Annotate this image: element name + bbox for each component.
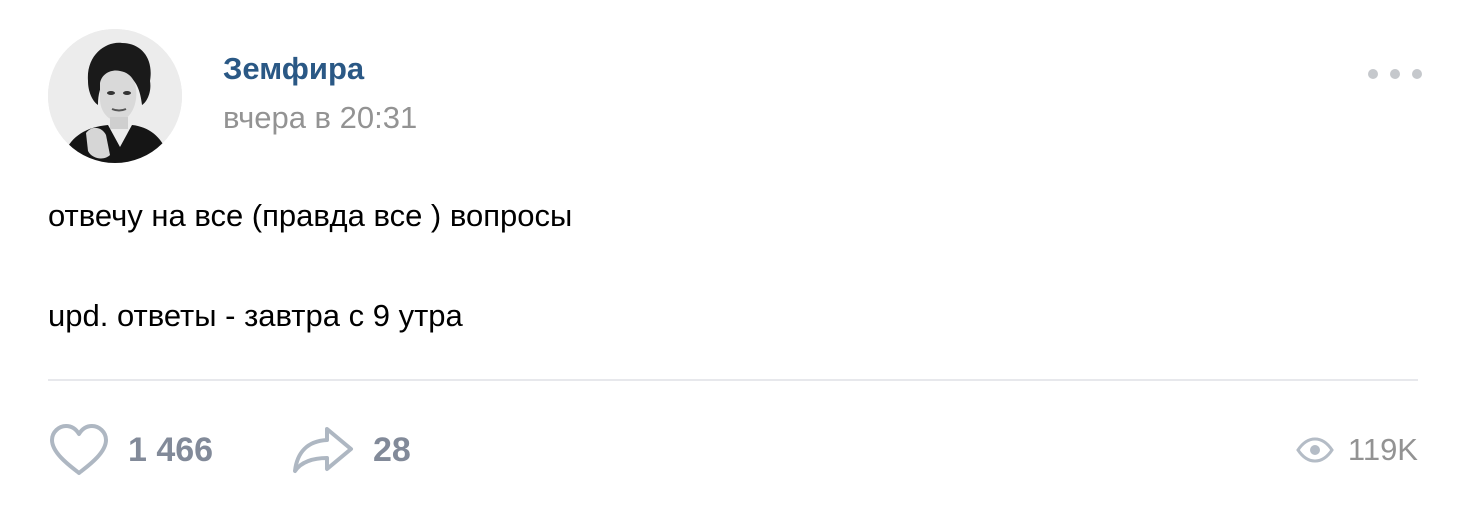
eye-icon xyxy=(1296,437,1334,463)
share-button[interactable]: 28 xyxy=(291,422,411,478)
divider xyxy=(48,379,1418,381)
heart-icon xyxy=(48,423,110,477)
author-name[interactable]: Земфира xyxy=(223,51,364,87)
likes-count: 1 466 xyxy=(128,430,214,469)
post-text-line-1: отвечу на все (правда все ) вопросы xyxy=(48,198,573,233)
share-arrow-icon xyxy=(291,425,355,475)
avatar[interactable] xyxy=(48,29,182,163)
shares-count: 28 xyxy=(373,430,411,469)
avatar-image xyxy=(48,29,182,163)
more-dot xyxy=(1412,69,1422,79)
post-text-line-2: upd. ответы - завтра с 9 утра xyxy=(48,298,463,333)
views-counter: 119K xyxy=(1296,422,1418,478)
more-dots-icon[interactable] xyxy=(1368,62,1422,86)
post-time[interactable]: вчера в 20:31 xyxy=(223,100,417,136)
more-dot xyxy=(1390,69,1400,79)
views-count: 119K xyxy=(1347,432,1418,467)
like-button[interactable]: 1 466 xyxy=(48,422,213,478)
post-card: Земфира вчера в 20:31 отвечу на все (пра… xyxy=(0,0,1460,511)
more-dot xyxy=(1368,69,1378,79)
